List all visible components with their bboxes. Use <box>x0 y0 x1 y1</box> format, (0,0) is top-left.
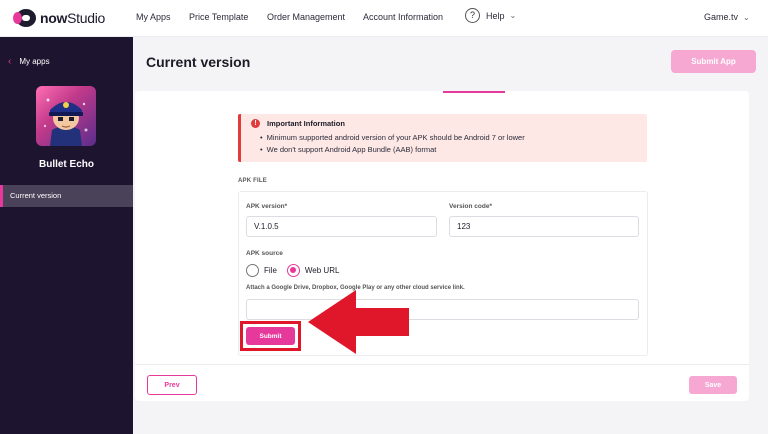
sidebar-item-current-version[interactable]: Current version <box>0 185 133 207</box>
submit-app-button[interactable]: Submit App <box>671 50 756 73</box>
alert-line: Minimum supported android version of you… <box>260 133 647 142</box>
sidebar: ‹ My apps Bullet Echo Current version <box>0 37 133 434</box>
radio-web-url[interactable] <box>286 264 300 277</box>
cloud-link-input[interactable] <box>246 299 639 320</box>
account-label: Game.tv <box>704 12 739 22</box>
app-icon-artwork <box>43 98 88 146</box>
nav-account-information[interactable]: Account Information <box>363 12 443 22</box>
radio-web-url-label[interactable]: Web URL <box>305 266 340 275</box>
apk-file-section-label: APK FILE <box>238 178 267 184</box>
submit-button[interactable]: Submit <box>246 327 295 345</box>
apk-source-label: APK source <box>246 250 283 257</box>
help-label: Help <box>486 10 505 21</box>
help-menu[interactable]: ? Help ⌄ <box>465 8 516 23</box>
footer-divider <box>135 364 749 365</box>
radio-file[interactable] <box>246 264 259 277</box>
app-name: Bullet Echo <box>38 159 94 170</box>
back-to-my-apps[interactable]: ‹ My apps <box>8 56 50 67</box>
help-icon: ? <box>465 8 480 23</box>
brand-logo[interactable]: nowStudio <box>13 9 105 27</box>
nav-order-management[interactable]: Order Management <box>267 12 345 22</box>
alert-line: We don't support Android App Bundle (AAB… <box>260 145 647 154</box>
brand-logo-icon <box>13 9 36 27</box>
apk-version-label: APK version* <box>246 203 288 210</box>
important-info-alert: ! Important Information Minimum supporte… <box>238 114 647 162</box>
chevron-down-icon: ⌄ <box>509 11 517 20</box>
brand-name-regular: Studio <box>67 10 105 26</box>
app-icon <box>36 86 96 146</box>
chevron-left-icon: ‹ <box>8 56 12 67</box>
nav-my-apps[interactable]: My Apps <box>136 12 171 22</box>
nav-price-template[interactable]: Price Template <box>189 12 248 22</box>
radio-file-label[interactable]: File <box>264 266 277 275</box>
version-code-input[interactable]: 123 <box>449 216 639 237</box>
alert-icon: ! <box>251 119 260 128</box>
brand-name-bold: now <box>40 10 68 26</box>
page-title: Current version <box>146 54 251 70</box>
top-navigation-bar: nowStudio My Apps Price Template Order M… <box>0 0 768 37</box>
apk-source-options: File Web URL <box>246 264 339 277</box>
version-code-label: Version code* <box>449 203 492 210</box>
active-step-indicator <box>443 91 505 93</box>
apk-version-input[interactable]: V.1.0.5 <box>246 216 437 237</box>
account-menu[interactable]: Game.tv ⌄ <box>704 12 750 22</box>
alert-title: Important Information <box>267 119 345 128</box>
back-label: My apps <box>19 57 50 66</box>
save-button[interactable]: Save <box>689 376 737 394</box>
chevron-down-icon: ⌄ <box>743 12 750 22</box>
pointer-arrow-icon <box>308 290 409 354</box>
prev-button[interactable]: Prev <box>147 375 197 395</box>
